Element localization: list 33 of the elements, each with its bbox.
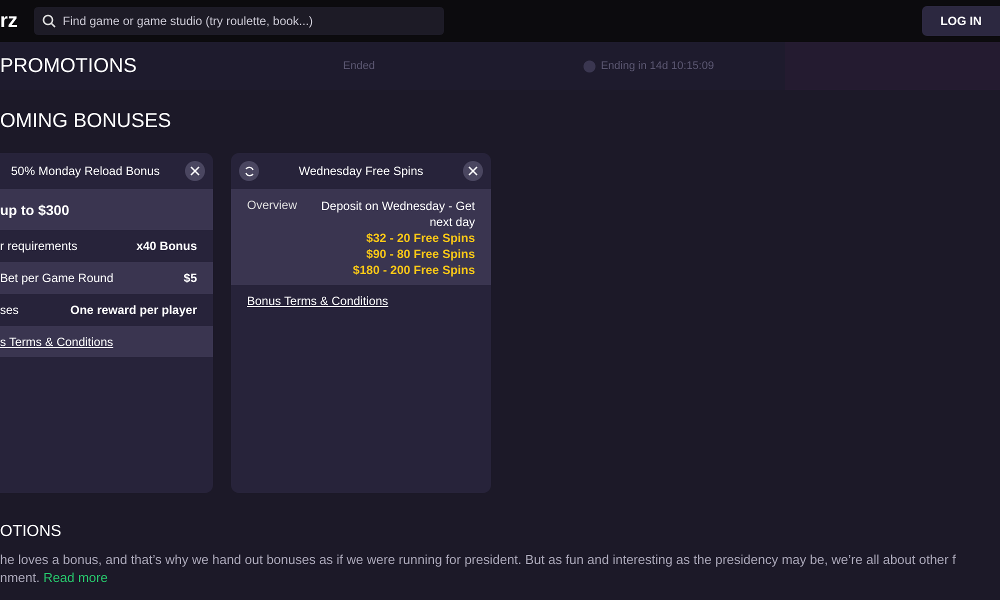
card-title: Wednesday Free Spins xyxy=(298,164,424,178)
promotion-status: Ended xyxy=(343,60,375,72)
row-label: Overview xyxy=(247,198,298,214)
row-label: r requirements xyxy=(0,239,78,253)
row-value: Deposit on Wednesday - Get next day xyxy=(321,199,475,229)
section-heading: PROMOTIONS xyxy=(0,54,138,78)
clock-icon xyxy=(582,60,596,72)
row-label: ses xyxy=(0,303,19,317)
section-heading: OMING BONUSES xyxy=(0,110,172,133)
search-field[interactable]: Find game or game studio (try roulette, book...) xyxy=(34,7,444,35)
countdown-timer: Ending in 14d 10:15:09 xyxy=(600,60,714,72)
card-title: 50% Monday Reload Bonus xyxy=(10,164,161,178)
offer-text: $180 - 200 Free Spins xyxy=(352,262,475,278)
row-value: One reward per player xyxy=(70,303,197,317)
row-value: x40 Bonus xyxy=(136,239,197,253)
close-button[interactable] xyxy=(185,161,205,181)
refresh-icon xyxy=(244,166,254,176)
refresh-button[interactable] xyxy=(239,161,259,181)
login-button[interactable]: LOG IN xyxy=(922,6,1000,36)
offer-text: $90 - 80 Free Spins xyxy=(365,246,475,262)
logo[interactable]: rz xyxy=(0,10,18,32)
close-icon xyxy=(468,166,478,176)
bonus-amount: up to $300 xyxy=(0,202,70,218)
search-icon xyxy=(42,14,56,28)
description-paragraph: he loves a bonus, and that’s why we hand out bonuses as if we were running for president. But as fun and interesting as the presidency may be, we’re all about other f nment. Read more xyxy=(0,551,956,587)
close-icon xyxy=(190,166,200,176)
read-more-link[interactable]: Read more xyxy=(43,570,108,585)
row-value: $5 xyxy=(184,271,197,285)
row-label: Bet per Game Round xyxy=(0,271,114,285)
terms-link[interactable]: Bonus Terms & Conditions xyxy=(247,294,388,308)
close-button[interactable] xyxy=(463,161,483,181)
section-heading: OTIONS xyxy=(0,523,62,541)
offer-text: $32 - 20 Free Spins xyxy=(365,230,475,246)
